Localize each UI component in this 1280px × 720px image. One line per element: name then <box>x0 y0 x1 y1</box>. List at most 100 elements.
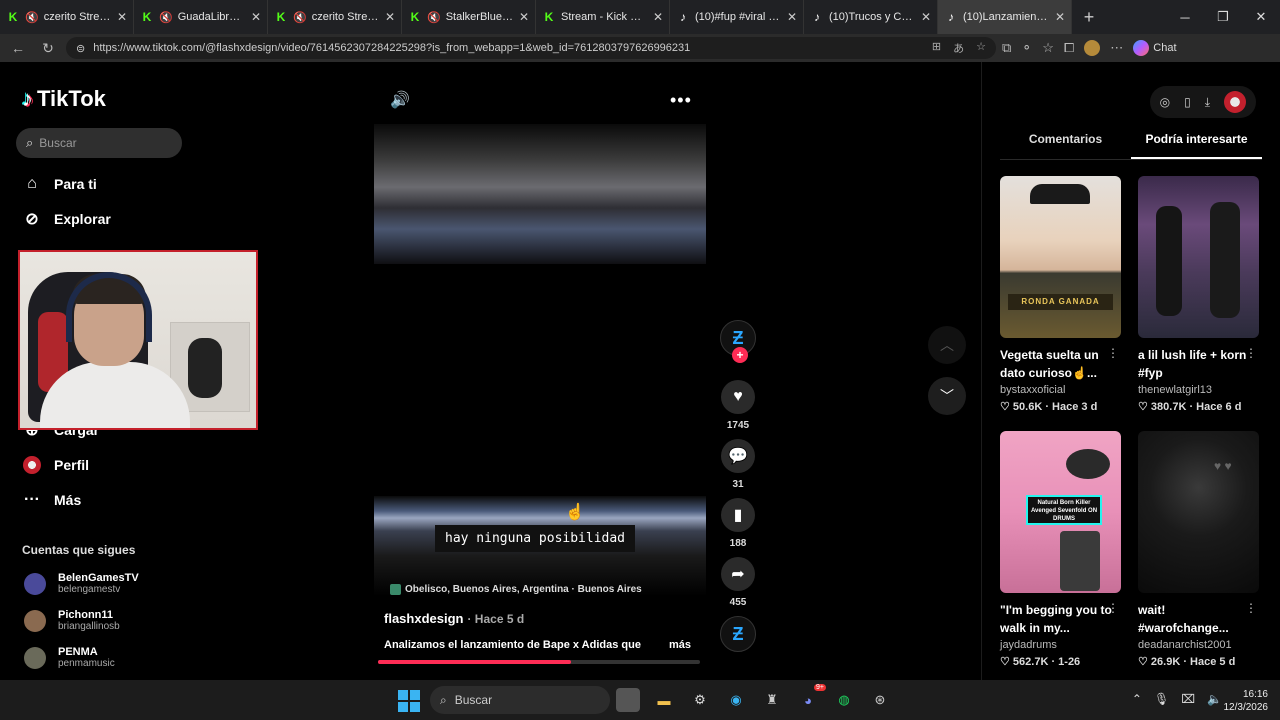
suggested-video-card[interactable]: a lil lush life + korn #fyp ⋮ thenewlatg… <box>1138 176 1259 413</box>
volume-icon[interactable]: 🔊 <box>390 90 410 110</box>
sidebar-item-more[interactable]: ··· Más <box>22 490 81 510</box>
card-options-icon[interactable]: ⋮ <box>1107 601 1119 615</box>
card-options-icon[interactable]: ⋮ <box>1245 346 1257 360</box>
video-location[interactable]: Obelisco, Buenos Aires, Argentina · Buen… <box>390 584 642 595</box>
sidebar-item-explore[interactable]: ⊘ Explorar <box>22 209 111 229</box>
followed-account[interactable]: PENMA penmamusic <box>24 646 115 669</box>
download-icon[interactable]: ⤓ <box>1205 95 1210 110</box>
close-tab-icon[interactable]: ✕ <box>921 10 931 24</box>
translate-icon[interactable]: あ <box>953 40 964 56</box>
new-tab-button[interactable]: + <box>1072 7 1106 28</box>
speaker-icon[interactable]: 🔈 <box>1207 692 1222 706</box>
edge-browser-icon[interactable]: ◉ <box>724 688 748 712</box>
url-text[interactable]: https://www.tiktok.com/@flashxdesign/vid… <box>93 42 924 54</box>
browser-tab[interactable]: ♪ (10)#fup #viral #unfr ✕ <box>670 0 804 34</box>
browser-tab[interactable]: K 🔇 GuadaLibrandi S ✕ <box>134 0 268 34</box>
suggested-video-card[interactable]: ♥ ♥ wait! #warofchange... ⋮ deadanarchis… <box>1138 431 1259 668</box>
sound-disc-button[interactable]: Ƶ <box>720 616 756 652</box>
followed-account[interactable]: BelenGamesTV belengamestv <box>24 572 139 595</box>
tab-comments[interactable]: Comentarios <box>1000 132 1131 159</box>
split-screen-icon[interactable]: ⚬ <box>1021 40 1032 56</box>
spotify-icon[interactable]: ◍ <box>832 688 856 712</box>
taskbar-search[interactable]: ⌕ Buscar <box>430 686 610 714</box>
reload-icon[interactable]: ↻ <box>36 36 60 60</box>
file-explorer-icon[interactable]: ▬ <box>652 688 676 712</box>
mute-icon[interactable]: 🔇 <box>159 11 173 24</box>
close-tab-icon[interactable]: ✕ <box>787 10 797 24</box>
video-thumbnail[interactable]: RONDA GANADA <box>1000 176 1121 338</box>
network-icon[interactable]: ⌧ <box>1181 692 1195 706</box>
close-tab-icon[interactable]: ✕ <box>653 10 663 24</box>
browser-tab[interactable]: ♪ (10)Trucos y Cancion ✕ <box>804 0 938 34</box>
video-thumbnail[interactable] <box>1138 176 1259 338</box>
tiktok-logo[interactable]: ♪ TikTok <box>22 86 106 112</box>
minimize-icon[interactable]: ─ <box>1166 0 1204 34</box>
next-video-button[interactable]: ﹀ <box>928 377 966 415</box>
video-progress-bar[interactable] <box>378 660 700 664</box>
video-author[interactable]: flashxdesign · Hace 5 d <box>384 611 524 626</box>
profile-avatar-icon[interactable] <box>1084 40 1101 56</box>
close-tab-icon[interactable]: ✕ <box>117 10 127 24</box>
card-options-icon[interactable]: ⋮ <box>1107 346 1119 360</box>
device-icon[interactable]: ▯ <box>1184 95 1191 109</box>
extensions-area: ⧉ ⚬ ☆ ⧠ ⋯ <box>1002 40 1123 56</box>
tiktok-icon: ♪ <box>948 10 954 24</box>
app-icon[interactable]: ♜ <box>760 688 784 712</box>
card-options-icon[interactable]: ⋮ <box>1245 601 1257 615</box>
app-available-icon[interactable]: ⊞ <box>932 40 941 56</box>
sidebar-item-for-you[interactable]: ⌂ Para ti <box>22 174 97 194</box>
tiktok-note-icon: ♪ <box>22 86 33 111</box>
share-button[interactable]: ➦ <box>721 557 755 591</box>
close-tab-icon[interactable]: ✕ <box>519 10 529 24</box>
video-thumbnail[interactable]: ♥ ♥ <box>1138 431 1259 593</box>
back-icon[interactable]: ← <box>6 36 30 60</box>
previous-video-button[interactable]: ︿ <box>928 326 966 364</box>
mute-icon[interactable]: 🔇 <box>25 11 39 24</box>
like-button[interactable]: ♥ <box>721 380 755 414</box>
site-info-icon[interactable]: ⊜ <box>76 42 85 55</box>
chevron-up-icon[interactable]: ⌃ <box>1132 692 1142 706</box>
more-options-icon[interactable]: ••• <box>670 90 692 111</box>
browser-tab[interactable]: K 🔇 StalkerBlue Strea ✕ <box>402 0 536 34</box>
maximize-icon[interactable]: ❐ <box>1204 0 1242 34</box>
close-tab-icon[interactable]: ✕ <box>385 10 395 24</box>
account-name: Pichonn11 <box>58 609 114 621</box>
copilot-chat-button[interactable]: Chat <box>1133 40 1177 56</box>
favorite-star-icon[interactable]: ☆ <box>976 40 986 56</box>
close-tab-icon[interactable]: ✕ <box>1055 10 1065 24</box>
steam-icon[interactable]: ⊛ <box>868 688 892 712</box>
browser-tab[interactable]: K Stream - Kick Dashb ✕ <box>536 0 670 34</box>
favorites-icon[interactable]: ☆ <box>1042 40 1054 56</box>
settings-app-icon[interactable]: ⚙ <box>688 688 712 712</box>
microphone-icon[interactable]: 🎙 <box>1154 692 1169 706</box>
discord-icon[interactable]: ◕ 9+ <box>796 684 826 712</box>
follow-plus-icon[interactable]: + <box>732 347 748 363</box>
close-window-icon[interactable]: ✕ <box>1242 0 1280 34</box>
description-more-button[interactable]: más <box>669 639 691 651</box>
mute-icon[interactable]: 🔇 <box>293 11 307 24</box>
collections-icon[interactable]: ⧠ <box>1064 40 1074 56</box>
browser-tab-active[interactable]: ♪ (10)Lanzamiento de ✕ <box>938 0 1072 34</box>
browser-tab[interactable]: K 🔇 czerito Stream - ✕ <box>268 0 402 34</box>
creator-avatar[interactable]: Ƶ + <box>720 320 756 363</box>
task-view-icon[interactable] <box>616 688 640 712</box>
speed-icon[interactable]: ◎ <box>1160 95 1170 109</box>
extensions-icon[interactable]: ⧉ <box>1002 40 1011 56</box>
windows-start-icon[interactable] <box>398 690 420 712</box>
menu-dots-icon[interactable]: ⋯ <box>1110 40 1123 56</box>
url-bar[interactable]: ⊜ https://www.tiktok.com/@flashxdesign/v… <box>66 37 996 59</box>
user-avatar[interactable] <box>1224 91 1246 113</box>
comment-button[interactable]: 💬 <box>721 439 755 473</box>
followed-account[interactable]: Pichonn11 briangallinosb <box>24 609 120 632</box>
suggested-video-card[interactable]: Natural Born Killer Avenged Sevenfold ON… <box>1000 431 1121 668</box>
sidebar-item-profile[interactable]: Perfil <box>22 455 89 475</box>
save-button[interactable]: ▮ <box>721 498 755 532</box>
mute-icon[interactable]: 🔇 <box>427 11 441 24</box>
close-tab-icon[interactable]: ✕ <box>251 10 261 24</box>
search-input[interactable]: ⌕ Buscar <box>16 128 182 158</box>
suggested-video-card[interactable]: RONDA GANADA Vegetta suelta un dato curi… <box>1000 176 1121 413</box>
browser-tab[interactable]: K 🔇 czerito Stream - ✕ <box>0 0 134 34</box>
tab-suggestions[interactable]: Podría interesarte <box>1131 132 1262 159</box>
taskbar-clock[interactable]: 16:16 12/3/2026 <box>1224 688 1269 714</box>
video-thumbnail[interactable]: Natural Born Killer Avenged Sevenfold ON… <box>1000 431 1121 593</box>
